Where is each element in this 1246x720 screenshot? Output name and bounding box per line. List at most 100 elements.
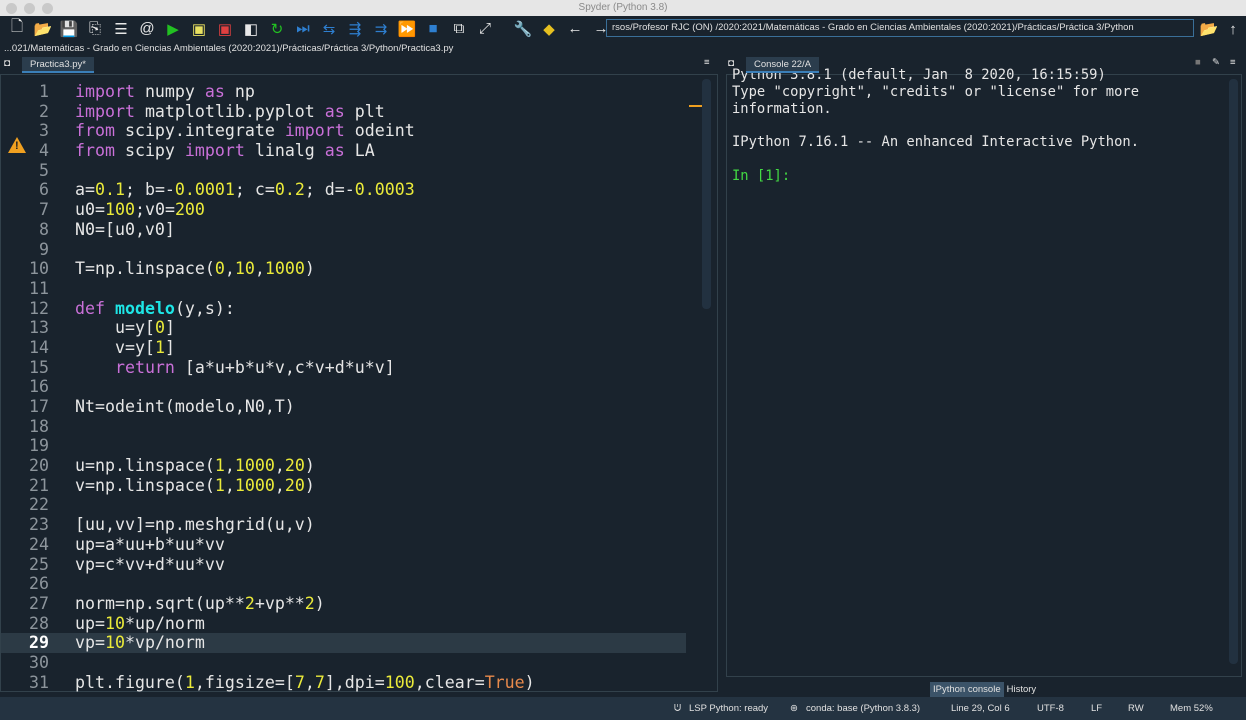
stop-kernel-icon[interactable]: ■	[1195, 57, 1201, 68]
tab-history[interactable]: History	[1004, 682, 1040, 697]
code-line[interactable]: 23 [uu,vv]=np.meshgrid(u,v)	[1, 515, 701, 535]
line-number: 7	[39, 200, 49, 220]
code-line[interactable]: 22	[1, 495, 701, 515]
working-directory-input[interactable]: rsos/Profesor RJC (ON) /2020:2021/Matemá…	[606, 19, 1194, 37]
code-line[interactable]: 19	[1, 436, 701, 456]
save-icon[interactable]: 💾	[56, 18, 82, 40]
code-text: v=np.linspace(1,1000,20)	[75, 476, 315, 496]
browse-folder-icon[interactable]: 📂	[1196, 18, 1222, 40]
tab-ipython-console[interactable]: IPython console	[930, 682, 1004, 697]
console-scrollbar[interactable]	[1229, 79, 1238, 664]
debug-skip-icon[interactable]: ⏩	[394, 18, 420, 40]
stop-icon[interactable]: ■	[420, 18, 446, 40]
code-line[interactable]: 9	[1, 240, 701, 260]
console-prompt[interactable]: In [1]:	[732, 168, 1139, 185]
browse-tabs-icon[interactable]: ◘	[728, 58, 734, 69]
run-cell-advance-icon[interactable]: ▣	[212, 18, 238, 40]
minimize-button[interactable]	[24, 3, 35, 14]
tab-practica3[interactable]: Practica3.py*	[22, 57, 94, 73]
editor-scrollbar[interactable]	[702, 79, 711, 309]
keyword-token: import	[184, 141, 245, 161]
run-icon[interactable]: ▶	[160, 18, 186, 40]
code-line[interactable]: 12 def modelo(y,s):	[1, 299, 701, 319]
code-line[interactable]: 26	[1, 574, 701, 594]
text-token: T=np.linspace(	[75, 259, 215, 279]
code-line[interactable]: 1 import numpy as np	[1, 82, 701, 102]
code-text: import numpy as np	[75, 82, 255, 102]
run-cell-icon[interactable]: ▣	[186, 18, 212, 40]
text-token: ;v0=	[134, 200, 175, 220]
line-number: 11	[29, 278, 49, 298]
code-line[interactable]: 5	[1, 161, 701, 181]
console-options-icon[interactable]: ≡	[1230, 57, 1236, 68]
text-token: scipy	[114, 141, 185, 161]
line-number: 14	[29, 337, 49, 357]
debug-step-icon[interactable]: ⏭	[290, 18, 316, 40]
code-line[interactable]: 21 v=np.linspace(1,1000,20)	[1, 476, 701, 496]
number-token: 0.1	[94, 180, 125, 200]
code-line[interactable]: 28 up=10*up/norm	[1, 614, 701, 634]
python-icon[interactable]: ◆	[536, 18, 562, 40]
list-icon[interactable]: ☰	[108, 18, 134, 40]
line-number: 20	[29, 456, 49, 476]
line-number: 4	[39, 141, 49, 161]
parent-dir-icon[interactable]: ↑	[1220, 18, 1246, 40]
code-editor[interactable]: 1 import numpy as np 2 import matplotlib.py…	[0, 74, 718, 692]
window-controls[interactable]	[6, 3, 53, 14]
at-icon[interactable]: @	[134, 18, 160, 40]
code-line[interactable]: 10 T=np.linspace(0,10,1000)	[1, 259, 701, 279]
number-token: 0.2	[274, 180, 305, 200]
debug-continue-icon[interactable]: ⇆	[316, 18, 342, 40]
new-file-icon[interactable]: 🗋	[4, 18, 30, 40]
clear-console-icon[interactable]: ✎	[1212, 57, 1220, 68]
line-number: 29	[29, 633, 49, 653]
maximize-pane-icon[interactable]: ⧉	[446, 18, 472, 40]
code-line[interactable]: 16	[1, 377, 701, 397]
code-line[interactable]: 17 Nt=odeint(modelo,N0,T)	[1, 397, 701, 417]
save-all-icon[interactable]: ⎘	[82, 18, 108, 40]
keyword-token: from	[75, 121, 115, 141]
code-line[interactable]: 6 a=0.1; b=-0.0001; c=0.2; d=-0.0003	[1, 180, 701, 200]
fullscreen-icon[interactable]: ⤢	[472, 18, 498, 40]
wrench-icon[interactable]: 🔧	[510, 18, 536, 40]
line-number: 5	[39, 160, 49, 180]
text-token: ,	[224, 259, 235, 279]
code-line[interactable]: 24 up=a*uu+b*uu*vv	[1, 535, 701, 555]
code-line[interactable]: 25 vp=c*vv+d*uu*vv	[1, 555, 701, 575]
number-token: 100	[384, 672, 415, 692]
code-line[interactable]: 11	[1, 279, 701, 299]
ipython-console[interactable]: Python 3.8.1 (default, Jan 8 2020, 16:15…	[726, 67, 1242, 677]
text-token: up=a*uu+b*uu*vv	[75, 534, 225, 554]
zoom-button[interactable]	[42, 3, 53, 14]
code-line[interactable]: 13 u=y[0]	[1, 318, 701, 338]
text-token: numpy	[134, 82, 205, 101]
code-line[interactable]: 30	[1, 653, 701, 673]
line-number: 1	[39, 82, 49, 101]
title-bar: Spyder (Python 3.8)	[0, 0, 1246, 16]
code-line[interactable]: 2 import matplotlib.pyplot as plt	[1, 102, 701, 122]
code-line[interactable]: 7 u0=100;v0=200	[1, 200, 701, 220]
code-line[interactable]: 15 return [a*u+b*u*v,c*v+d*u*v]	[1, 358, 701, 378]
code-line[interactable]: 3 from scipy.integrate import odeint	[1, 121, 701, 141]
code-line[interactable]: 27 norm=np.sqrt(up**2+vp**2)	[1, 594, 701, 614]
code-line[interactable]: 18	[1, 417, 701, 437]
editor-options-icon[interactable]: ≡	[704, 57, 710, 68]
code-line[interactable]: 20 u=np.linspace(1,1000,20)	[1, 456, 701, 476]
back-arrow-icon[interactable]: ←	[562, 18, 588, 40]
code-line[interactable]: 4 from scipy import linalg as LA	[1, 141, 701, 161]
code-line[interactable]: 8 N0=[u0,v0]	[1, 220, 701, 240]
run-selection-icon[interactable]: ◧	[238, 18, 264, 40]
code-line[interactable]: 14 v=y[1]	[1, 338, 701, 358]
debug-return-icon[interactable]: ⇉	[368, 18, 394, 40]
browse-tabs-icon[interactable]: ◘	[4, 58, 10, 69]
tab-console[interactable]: Console 22/A	[746, 57, 820, 73]
code-line[interactable]: 31 plt.figure(1,figsize=[7,7],dpi=100,cle…	[1, 673, 701, 693]
code-line[interactable]: 29 vp=10*vp/norm	[1, 633, 686, 653]
text-token: Nt=odeint(modelo,N0,T)	[75, 397, 295, 416]
debug-stepin-icon[interactable]: ⇶	[342, 18, 368, 40]
close-button[interactable]	[6, 3, 17, 14]
keyword-token: as	[204, 82, 225, 101]
rerun-icon[interactable]: ↻	[264, 18, 290, 40]
line-number: 19	[29, 436, 49, 456]
open-folder-icon[interactable]: 📂	[30, 18, 56, 40]
